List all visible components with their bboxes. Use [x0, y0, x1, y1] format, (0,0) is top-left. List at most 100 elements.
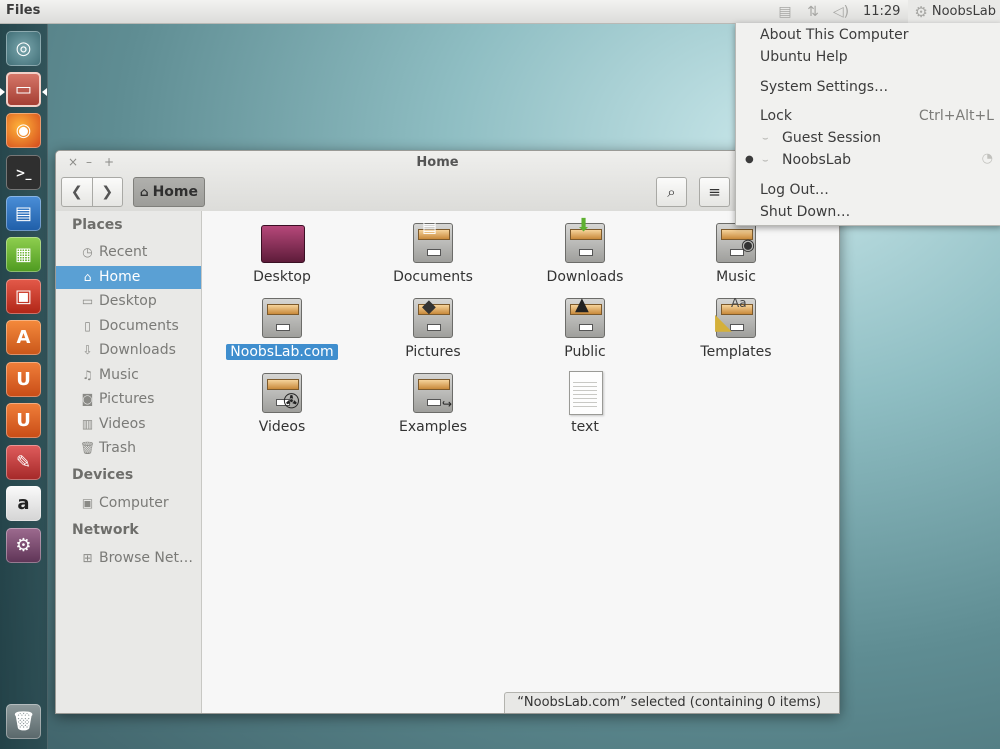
sidebar-item-documents[interactable]: ▯ Documents: [56, 315, 201, 338]
sidebar-item-label: Downloads: [99, 342, 176, 358]
sidebar-item-music[interactable]: ♫ Music: [56, 364, 201, 387]
network-icon[interactable]: ⇅: [799, 0, 827, 23]
navigation-buttons: ❮ ❯: [61, 177, 123, 207]
folder-documents-icon: ▤: [410, 217, 456, 265]
folder-pictures-icon: ◆: [410, 296, 456, 340]
sidebar-item-recent[interactable]: ◷ Recent: [56, 241, 201, 264]
sidebar: Places ◷ Recent ⌂ Home ▭ Desktop ▯ Documents…: [56, 211, 202, 713]
search-button[interactable]: ⌕: [656, 177, 687, 207]
folder-videos-icon: ✇: [259, 371, 305, 415]
clock[interactable]: 11:29: [855, 4, 908, 19]
menu-item-lock[interactable]: Lock Ctrl+Alt+L: [760, 105, 998, 127]
file-item-noobslab[interactable]: NoobsLab.com: [217, 296, 347, 360]
chevron-right-icon: ❯: [101, 184, 114, 200]
folder-music-icon: ◉: [713, 221, 759, 265]
app-title: Files: [6, 3, 41, 18]
file-item-music[interactable]: ◉ Music: [671, 221, 801, 285]
file-item-label: Public: [564, 344, 606, 360]
file-item-desktop[interactable]: Desktop: [217, 221, 347, 285]
file-grid: Desktop ▤ Documents ⬇ Downloads ◉ Music …: [202, 211, 839, 713]
sidebar-item-computer[interactable]: ▣ Computer: [56, 492, 201, 515]
sidebar-item-pictures[interactable]: ◙ Pictures: [56, 388, 201, 411]
session-indicator[interactable]: ⚙ NoobsLab: [908, 0, 1000, 23]
file-item-pictures[interactable]: ◆ Pictures: [368, 296, 498, 360]
sidebar-heading-places: Places: [72, 217, 123, 233]
path-bar-label: Home: [152, 184, 199, 200]
back-button[interactable]: ❮: [62, 178, 92, 206]
sidebar-heading-network: Network: [72, 522, 139, 538]
session-menu: About This Computer Ubuntu Help System S…: [735, 23, 1000, 226]
menu-item-help[interactable]: Ubuntu Help: [760, 46, 848, 68]
impress-icon[interactable]: ▣: [6, 279, 41, 314]
menu-item-current-user[interactable]: NoobsLab: [782, 149, 851, 171]
system-settings-icon[interactable]: ⚙: [6, 528, 41, 563]
network-icon: ⊞: [82, 551, 93, 565]
folder-desktop-icon: [259, 221, 305, 265]
computer-icon: ▣: [81, 496, 94, 510]
file-item-public[interactable]: ▲ Public: [520, 294, 650, 360]
menu-item-shut-down[interactable]: Shut Down…: [760, 201, 850, 223]
sidebar-item-label: Desktop: [99, 293, 157, 309]
file-item-templates[interactable]: ◣ Aa Templates: [671, 296, 801, 360]
clipboard-icon[interactable]: ▤: [771, 0, 799, 23]
menu-item-log-out[interactable]: Log Out…: [760, 179, 829, 201]
file-item-label: Documents: [393, 269, 473, 285]
folder-templates-icon: ◣ Aa: [713, 296, 759, 340]
sidebar-item-downloads[interactable]: ⇩ Downloads: [56, 339, 201, 362]
file-item-label: Examples: [398, 419, 468, 435]
user-icon: ⌣: [762, 133, 769, 144]
sidebar-item-label: Pictures: [99, 391, 155, 407]
file-item-examples[interactable]: ↪ Examples: [368, 371, 498, 435]
trash-icon[interactable]: 🗑: [6, 704, 41, 739]
trash-icon: 🗑: [80, 441, 96, 455]
writer-icon[interactable]: ▤: [6, 196, 41, 231]
ubuntu-one-icon[interactable]: U: [6, 362, 41, 397]
indicator-area: ▤ ⇅ ◁) 11:29 ⚙ NoobsLab: [771, 0, 1000, 23]
home-icon: ⌂: [140, 185, 149, 199]
menu-item-about[interactable]: About This Computer: [760, 24, 909, 46]
file-item-label: Pictures: [405, 344, 461, 360]
chevron-left-icon: ❮: [70, 184, 83, 200]
menu-icon: ≡: [708, 183, 721, 201]
sidebar-item-browse-network[interactable]: ⊞ Browse Net…: [56, 547, 201, 570]
menu-item-guest-session[interactable]: Guest Session: [782, 127, 881, 149]
sidebar-item-home[interactable]: ⌂ Home: [56, 266, 201, 289]
file-item-label: Desktop: [253, 269, 311, 285]
sidebar-item-label: Music: [99, 367, 139, 383]
amazon-icon[interactable]: a: [6, 486, 41, 521]
view-menu-button[interactable]: ≡: [699, 177, 730, 207]
file-item-documents[interactable]: ▤ Documents: [368, 217, 498, 285]
camera-icon: ◙: [81, 392, 94, 406]
gear-icon: ⚙: [914, 2, 928, 21]
file-item-label: text: [571, 419, 599, 435]
sidebar-item-label: Computer: [99, 495, 169, 511]
folder-examples-icon: ↪: [410, 371, 456, 415]
running-indicator: [0, 88, 5, 96]
forward-button[interactable]: ❯: [91, 178, 123, 206]
sidebar-heading-devices: Devices: [72, 467, 134, 483]
file-item-downloads[interactable]: ⬇ Downloads: [520, 215, 650, 285]
ubuntu-one-music-icon[interactable]: U: [6, 403, 41, 438]
volume-icon[interactable]: ◁): [827, 0, 855, 23]
file-item-text[interactable]: text: [520, 371, 650, 435]
file-item-label: Downloads: [546, 269, 624, 285]
file-item-label: Templates: [700, 344, 772, 360]
sidebar-item-desktop[interactable]: ▭ Desktop: [56, 290, 201, 313]
sidebar-item-trash[interactable]: 🗑 Trash: [56, 437, 201, 460]
status-icon: ◔: [981, 151, 993, 166]
document-icon: ▯: [84, 319, 91, 333]
sidebar-item-videos[interactable]: ▥ Videos: [56, 413, 201, 436]
calc-icon[interactable]: ▦: [6, 237, 41, 272]
terminal-icon[interactable]: >_: [6, 155, 41, 190]
file-item-videos[interactable]: ✇ Videos: [217, 371, 347, 435]
path-bar-home[interactable]: ⌂ Home: [133, 177, 206, 207]
firefox-icon[interactable]: ◉: [6, 113, 41, 148]
sidebar-item-label: Browse Net…: [99, 550, 194, 566]
menu-item-system-settings[interactable]: System Settings…: [760, 76, 888, 98]
files-icon[interactable]: ▭: [6, 72, 41, 107]
home-icon: ⌂: [83, 270, 92, 284]
settings-icon[interactable]: ✎: [6, 445, 41, 480]
software-center-icon[interactable]: A: [6, 320, 41, 355]
sidebar-item-label: Recent: [99, 244, 148, 260]
dash-icon[interactable]: ◎: [6, 31, 41, 66]
